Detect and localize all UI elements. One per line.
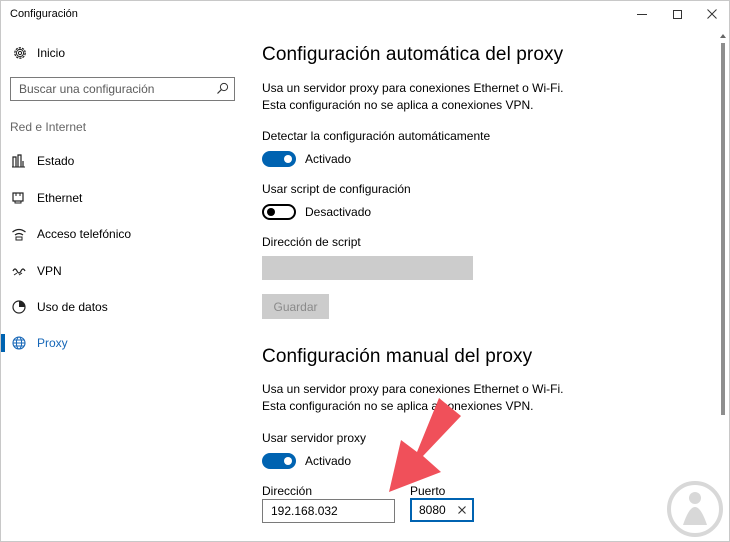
detect-settings-state: Activado xyxy=(305,152,352,166)
setup-script-state: Desactivado xyxy=(305,205,372,219)
save-button[interactable]: Guardar xyxy=(262,294,329,319)
clear-icon[interactable] xyxy=(455,503,469,517)
scroll-up-icon[interactable] xyxy=(719,32,727,40)
site-watermark-logo xyxy=(667,481,723,537)
selection-indicator xyxy=(1,334,5,352)
dialup-icon xyxy=(12,228,26,241)
sidebar-item-label: Proxy xyxy=(37,336,68,350)
sidebar-item-ethernet[interactable]: Ethernet xyxy=(1,183,246,213)
ethernet-icon xyxy=(12,192,24,204)
globe-icon xyxy=(12,336,26,350)
sidebar-item-proxy[interactable]: Proxy xyxy=(1,328,246,358)
sidebar-item-uso-de-datos[interactable]: Uso de datos xyxy=(1,292,246,322)
maximize-icon xyxy=(672,9,682,19)
minimize-icon xyxy=(637,13,647,15)
setup-script-toggle[interactable] xyxy=(262,204,296,220)
auto-proxy-heading: Configuración automática del proxy xyxy=(262,44,564,65)
script-address-label: Dirección de script xyxy=(262,235,361,249)
address-label: Dirección xyxy=(262,484,313,498)
setup-script-label: Usar script de configuración xyxy=(262,182,411,196)
title-bar: Configuración xyxy=(1,1,729,29)
home-label: Inicio xyxy=(37,46,66,60)
close-icon xyxy=(707,9,717,19)
use-proxy-label: Usar servidor proxy xyxy=(262,431,367,445)
search-icon xyxy=(217,82,229,94)
sidebar-item-estado[interactable]: Estado xyxy=(1,146,246,176)
vpn-icon xyxy=(12,268,26,276)
sidebar-item-vpn[interactable]: VPN xyxy=(1,256,246,286)
sidebar-item-label: Estado xyxy=(37,154,75,168)
use-proxy-state: Activado xyxy=(305,454,352,468)
maximize-button[interactable] xyxy=(660,1,694,27)
sidebar: Inicio Red e Internet Estado Ethernet xyxy=(1,29,246,541)
search-input[interactable] xyxy=(11,78,211,100)
script-address-field[interactable] xyxy=(262,256,473,280)
status-icon xyxy=(12,154,25,168)
detect-settings-toggle[interactable] xyxy=(262,151,296,167)
toggle-knob xyxy=(267,208,275,216)
scroll-thumb[interactable] xyxy=(721,43,725,415)
close-button[interactable] xyxy=(695,1,729,27)
detect-settings-label: Detectar la configuración automáticament… xyxy=(262,129,491,143)
sidebar-item-acceso-telefonico[interactable]: Acceso telefónico xyxy=(1,219,246,249)
settings-window: Configuración Inicio Buscar una configur… xyxy=(0,0,730,542)
minimize-button[interactable] xyxy=(625,1,659,27)
search-box[interactable] xyxy=(10,77,235,101)
home-nav-item[interactable]: Inicio xyxy=(1,41,246,65)
proxy-settings-content: Configuración automática del proxy Usa u… xyxy=(262,29,712,541)
auto-proxy-description: Usa un servidor proxy para conexiones Et… xyxy=(262,81,564,112)
gear-icon xyxy=(14,47,26,59)
sidebar-item-label: Uso de datos xyxy=(37,300,108,314)
sidebar-item-label: Acceso telefónico xyxy=(37,227,132,241)
section-label: Red e Internet xyxy=(10,120,87,134)
use-proxy-toggle[interactable] xyxy=(262,453,296,469)
proxy-address-input[interactable] xyxy=(262,499,395,523)
manual-proxy-heading: Configuración manual del proxy xyxy=(262,346,533,367)
scrollbar[interactable] xyxy=(716,29,729,541)
app-title: Configuración xyxy=(10,8,78,20)
sidebar-item-label: Ethernet xyxy=(37,191,83,205)
data-usage-icon xyxy=(12,300,26,314)
toggle-knob xyxy=(284,155,292,163)
toggle-knob xyxy=(284,457,292,465)
annotation-arrow xyxy=(389,398,461,492)
sidebar-item-label: VPN xyxy=(37,264,62,278)
